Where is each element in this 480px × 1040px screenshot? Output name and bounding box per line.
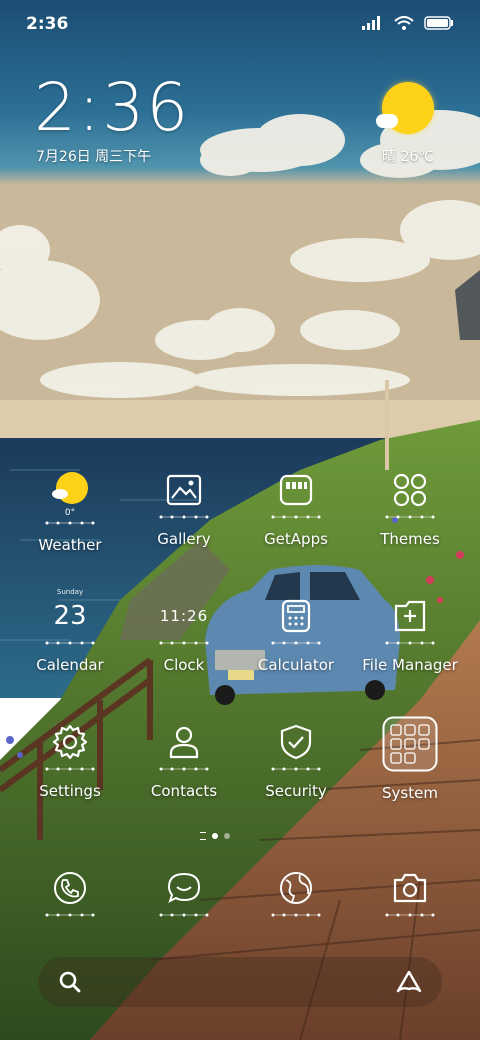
icon-dots <box>385 641 435 645</box>
app-themes[interactable]: Themes <box>350 468 470 548</box>
page-indicator[interactable] <box>200 832 230 840</box>
icon-dots <box>45 521 95 525</box>
weather-widget-temp: 晴 26℃ <box>382 149 434 165</box>
weather-badge: 0° <box>64 508 76 518</box>
signal-icon <box>362 16 380 30</box>
getapps-icon <box>274 468 318 512</box>
app-label: Weather <box>38 536 102 554</box>
camera-icon <box>388 866 432 910</box>
clock-icon: 11:26 <box>159 594 209 638</box>
app-contacts[interactable]: Contacts <box>124 720 244 800</box>
app-security[interactable]: Security <box>236 720 356 800</box>
dock-camera[interactable] <box>350 866 470 918</box>
clock-widget-date: 7月26日 周三下午 <box>36 149 152 165</box>
icon-dots <box>159 913 209 917</box>
weather-widget[interactable]: 晴 26℃ <box>368 82 448 172</box>
icon-dots <box>271 641 321 645</box>
app-label: Settings <box>39 782 101 800</box>
app-label: Contacts <box>150 782 218 800</box>
battery-icon <box>424 16 453 30</box>
icon-dots <box>45 913 95 917</box>
search-icon[interactable] <box>58 970 82 994</box>
clock-icon-time: 11:26 <box>159 607 209 625</box>
icon-dots <box>271 767 321 771</box>
messages-icon <box>162 866 206 910</box>
icon-dots <box>159 641 209 645</box>
app-label: Themes <box>380 530 440 548</box>
page-dot <box>224 833 230 839</box>
app-label: Clock <box>163 656 205 674</box>
weather-icon <box>48 468 92 512</box>
calculator-icon <box>274 594 318 638</box>
app-label: File Manager <box>362 656 458 674</box>
system-folder-icon <box>382 716 438 772</box>
icon-dots <box>159 767 209 771</box>
calendar-day-number: 23 <box>53 601 87 631</box>
file-manager-icon <box>388 594 432 638</box>
app-label: System <box>382 784 438 802</box>
app-label: Calendar <box>36 656 104 674</box>
page-indicator-menu <box>200 832 206 840</box>
dock-phone[interactable] <box>10 866 130 918</box>
page-dot-active <box>212 833 218 839</box>
app-clock[interactable]: 11:26 Clock <box>124 594 244 674</box>
app-settings[interactable]: Settings <box>10 720 130 800</box>
app-label: Gallery <box>157 530 211 548</box>
settings-gear-icon <box>48 720 92 764</box>
status-bar: 2:36 <box>0 0 480 50</box>
status-time: 2:36 <box>26 14 69 34</box>
wifi-icon <box>394 16 414 30</box>
icon-dots <box>271 515 321 519</box>
calendar-icon: Sunday 23 <box>48 588 92 638</box>
app-gallery[interactable]: Gallery <box>124 468 244 548</box>
calendar-day-name: Sunday <box>56 588 84 596</box>
app-weather[interactable]: 0° Weather <box>10 468 130 554</box>
security-shield-icon <box>274 720 318 764</box>
app-calendar[interactable]: Sunday 23 Calendar <box>10 588 130 674</box>
app-getapps[interactable]: GetApps <box>236 468 356 548</box>
icon-dots <box>45 641 95 645</box>
assistant-icon[interactable] <box>396 970 422 994</box>
icon-dots <box>385 515 435 519</box>
themes-icon <box>388 468 432 512</box>
app-calculator[interactable]: Calculator <box>236 594 356 674</box>
app-file-manager[interactable]: File Manager <box>350 594 470 674</box>
app-label: Calculator <box>257 656 335 674</box>
clock-widget-time[interactable]: 2:36 <box>34 72 190 144</box>
app-system[interactable]: System <box>350 716 470 802</box>
phone-icon <box>48 866 92 910</box>
icon-dots <box>385 913 435 917</box>
gallery-icon <box>162 468 206 512</box>
browser-icon <box>274 866 318 910</box>
dock-browser[interactable] <box>236 866 356 918</box>
app-label: Security <box>265 782 327 800</box>
cloud-icon <box>376 114 398 128</box>
icon-dots <box>271 913 321 917</box>
dock-messages[interactable] <box>124 866 244 918</box>
contacts-icon <box>162 720 206 764</box>
app-label: GetApps <box>264 530 328 548</box>
icon-dots <box>45 767 95 771</box>
icon-dots <box>159 515 209 519</box>
search-bar[interactable] <box>38 957 442 1007</box>
